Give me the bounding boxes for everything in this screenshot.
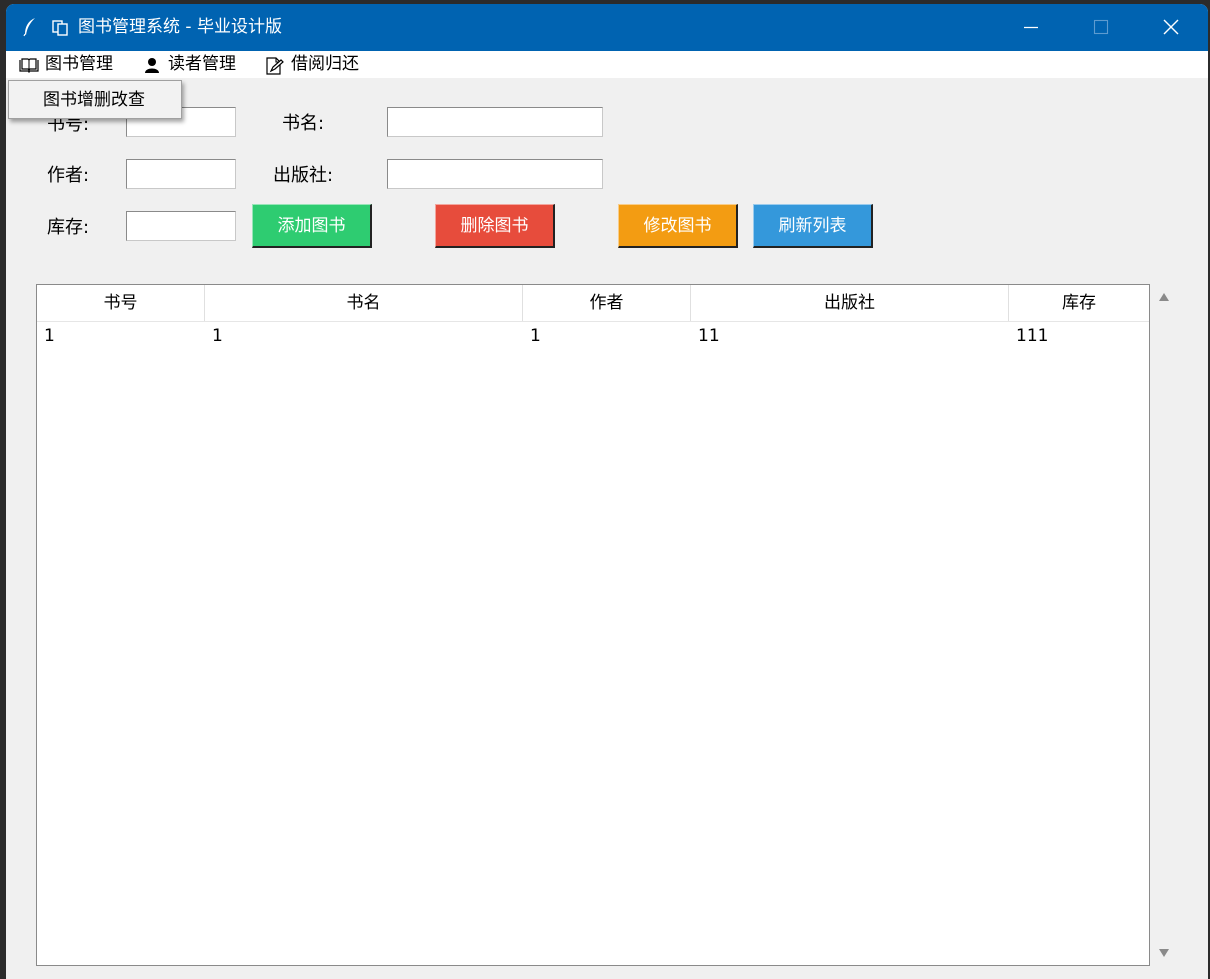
table-row[interactable]: 1 1 1 11 111 xyxy=(37,323,1149,349)
table-header: 书号 书名 作者 出版社 库存 xyxy=(37,285,1149,322)
minimize-icon xyxy=(1024,26,1038,29)
window-title: 图书管理系统 - 毕业设计版 xyxy=(78,17,282,37)
minimize-button[interactable] xyxy=(996,4,1066,51)
menu-book-management[interactable]: 图书管理 xyxy=(19,51,129,78)
edit-document-icon xyxy=(266,57,284,75)
book-management-dropdown: 图书增删改查 xyxy=(8,80,182,119)
menu-borrow-return-label: 借阅归还 xyxy=(291,54,359,74)
menu-borrow-return[interactable]: 借阅归还 xyxy=(265,51,375,78)
column-header-publisher[interactable]: 出版社 xyxy=(691,285,1009,321)
menu-book-management-label: 图书管理 xyxy=(45,54,113,74)
author-input[interactable] xyxy=(126,159,236,189)
user-icon xyxy=(145,58,159,73)
author-label: 作者: xyxy=(47,165,90,186)
title-input[interactable] xyxy=(387,107,603,137)
menu-reader-management[interactable]: 读者管理 xyxy=(142,51,252,78)
close-icon xyxy=(1163,19,1179,35)
delete-book-button[interactable]: 删除图书 xyxy=(435,204,555,248)
cell-publisher: 11 xyxy=(698,326,720,346)
title-bar[interactable]: 图书管理系统 - 毕业设计版 xyxy=(6,4,1208,51)
book-table[interactable]: 书号 书名 作者 出版社 库存 1 1 1 11 111 xyxy=(36,284,1150,966)
close-button[interactable] xyxy=(1136,4,1206,51)
book-icon xyxy=(19,58,39,73)
app-window: 图书管理系统 - 毕业设计版 图书管理 读者管理 借阅归还 图书增删改查 书号:… xyxy=(6,4,1208,979)
add-book-button[interactable]: 添加图书 xyxy=(252,204,372,248)
column-header-stock[interactable]: 库存 xyxy=(1009,285,1149,321)
books-icon xyxy=(52,20,68,36)
dropdown-item-book-crud[interactable]: 图书增删改查 xyxy=(43,89,145,111)
refresh-list-button[interactable]: 刷新列表 xyxy=(753,204,873,248)
publisher-input[interactable] xyxy=(387,159,603,189)
column-header-title[interactable]: 书名 xyxy=(205,285,523,321)
scroll-up-arrow-icon[interactable] xyxy=(1158,292,1170,302)
maximize-button[interactable] xyxy=(1066,4,1136,51)
cell-title: 1 xyxy=(212,326,223,346)
edit-book-button[interactable]: 修改图书 xyxy=(618,204,738,248)
stock-input[interactable] xyxy=(126,211,236,241)
cell-stock: 111 xyxy=(1016,326,1049,346)
feather-icon xyxy=(23,18,35,37)
cell-author: 1 xyxy=(530,326,541,346)
menu-reader-management-label: 读者管理 xyxy=(168,54,236,74)
scroll-down-arrow-icon[interactable] xyxy=(1158,948,1170,958)
column-header-book-id[interactable]: 书号 xyxy=(37,285,205,321)
maximize-icon xyxy=(1093,19,1109,35)
title-label: 书名: xyxy=(282,113,325,134)
menu-bar: 图书管理 读者管理 借阅归还 xyxy=(6,51,1208,78)
cell-book-id: 1 xyxy=(44,326,55,346)
publisher-label: 出版社: xyxy=(273,165,334,186)
column-header-author[interactable]: 作者 xyxy=(523,285,691,321)
stock-label: 库存: xyxy=(47,217,90,238)
